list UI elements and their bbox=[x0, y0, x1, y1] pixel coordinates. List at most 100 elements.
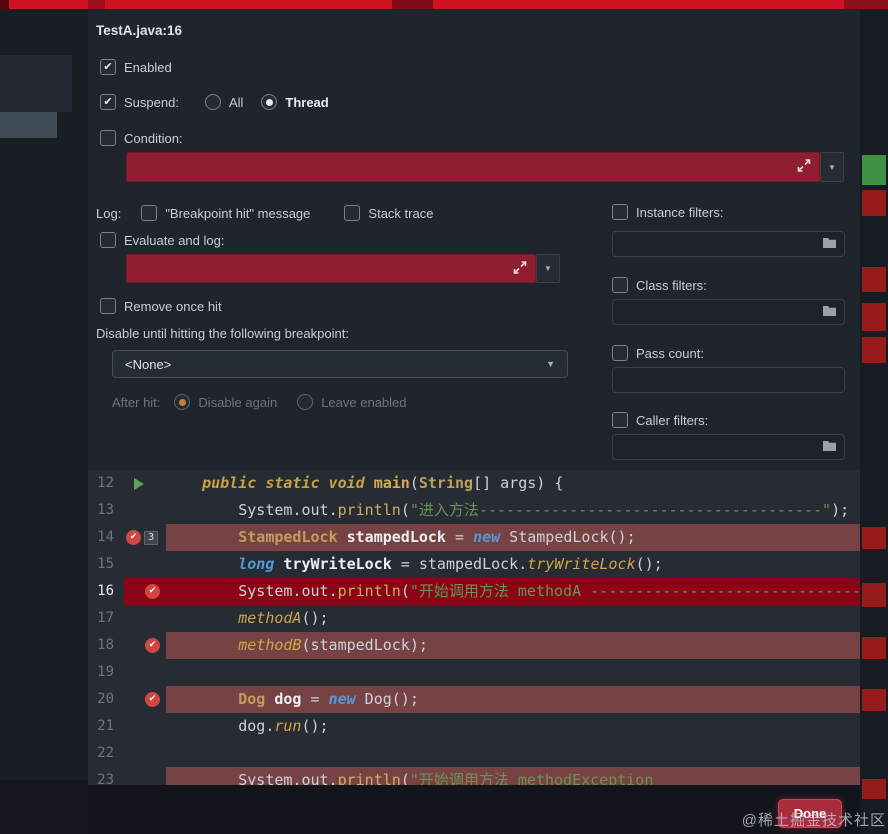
code-line-13[interactable]: 13 System.out.println("进入方法-------------… bbox=[88, 497, 860, 524]
pass-count-label: Pass count: bbox=[636, 346, 704, 361]
breakpoint-icon[interactable]: ✔ bbox=[145, 638, 160, 653]
disable-until-row: Disable until hitting the following brea… bbox=[96, 324, 349, 342]
check-icon: ✔ bbox=[103, 62, 112, 73]
log-stack-trace-checkbox[interactable] bbox=[344, 205, 360, 221]
enabled-checkbox[interactable]: ✔ bbox=[100, 59, 116, 75]
code-text: Dog dog = new Dog(); bbox=[166, 686, 860, 713]
class-filters-checkbox[interactable] bbox=[612, 277, 628, 293]
code-line-15[interactable]: 15 long tryWriteLock = stampedLock.tryWr… bbox=[88, 551, 860, 578]
chevron-down-icon: ▼ bbox=[546, 359, 555, 369]
after-hit-leave-label: Leave enabled bbox=[321, 395, 406, 410]
code-text: long tryWriteLock = stampedLock.tryWrite… bbox=[166, 551, 860, 578]
after-hit-disable-label: Disable again bbox=[198, 395, 277, 410]
pass-count-checkbox[interactable] bbox=[612, 345, 628, 361]
gutter: ✔ bbox=[124, 686, 166, 713]
folder-icon[interactable] bbox=[822, 439, 837, 455]
enabled-row: ✔ Enabled bbox=[100, 58, 172, 76]
pass-count-input[interactable] bbox=[612, 367, 845, 393]
stripe-mark-red[interactable] bbox=[862, 689, 886, 711]
code-text: StampedLock stampedLock = new StampedLoc… bbox=[166, 524, 860, 551]
code-line-23[interactable]: 23 System.out.println("开始调用方法 methodExce… bbox=[88, 767, 860, 785]
expand-icon[interactable] bbox=[513, 260, 527, 277]
breakpoint-combo-value: <None> bbox=[125, 357, 171, 372]
stripe-mark-red[interactable] bbox=[862, 190, 886, 216]
condition-history-dropdown[interactable]: ▼ bbox=[820, 152, 844, 182]
line-number: 22 bbox=[88, 740, 124, 767]
suspend-thread-radio[interactable] bbox=[261, 94, 277, 110]
stripe-mark-red[interactable] bbox=[862, 779, 886, 799]
caller-filters-checkbox[interactable] bbox=[612, 412, 628, 428]
titlebar-segment bbox=[88, 0, 105, 9]
condition-row: Condition: bbox=[100, 129, 183, 147]
code-line-20[interactable]: 20✔ Dog dog = new Dog(); bbox=[88, 686, 860, 713]
gutter: ✔3 bbox=[124, 524, 166, 551]
evaluate-checkbox[interactable] bbox=[100, 232, 116, 248]
suspend-checkbox[interactable]: ✔ bbox=[100, 94, 116, 110]
stripe-mark-red[interactable] bbox=[862, 267, 886, 292]
condition-input[interactable] bbox=[126, 152, 820, 182]
stripe-mark-red[interactable] bbox=[862, 637, 886, 659]
expand-icon[interactable] bbox=[797, 159, 811, 176]
code-line-22[interactable]: 22 bbox=[88, 740, 860, 767]
code-text: methodA(); bbox=[166, 605, 860, 632]
caller-filters-row: Caller filters: bbox=[612, 411, 708, 429]
code-line-17[interactable]: 17 methodA(); bbox=[88, 605, 860, 632]
log-breakpoint-hit-checkbox[interactable] bbox=[141, 205, 157, 221]
remove-once-label: Remove once hit bbox=[124, 299, 222, 314]
condition-checkbox[interactable] bbox=[100, 130, 116, 146]
evaluate-input[interactable] bbox=[126, 254, 536, 283]
project-tree-selected-row[interactable] bbox=[0, 112, 57, 138]
titlebar-segment bbox=[0, 0, 9, 9]
code-line-16[interactable]: 16✔ System.out.println("开始调用方法 methodA -… bbox=[88, 578, 860, 605]
stripe-mark-green[interactable] bbox=[862, 155, 886, 185]
code-line-18[interactable]: 18✔ methodB(stampedLock); bbox=[88, 632, 860, 659]
run-arrow-icon[interactable] bbox=[134, 478, 144, 490]
remove-once-row: Remove once hit bbox=[100, 297, 222, 315]
stripe-mark-red[interactable] bbox=[862, 583, 886, 607]
breakpoint-icon[interactable]: ✔ bbox=[145, 692, 160, 707]
gutter bbox=[124, 713, 166, 740]
line-number: 17 bbox=[88, 605, 124, 632]
evaluate-row: Evaluate and log: bbox=[100, 231, 224, 249]
code-line-21[interactable]: 21 dog.run(); bbox=[88, 713, 860, 740]
line-number: 13 bbox=[88, 497, 124, 524]
breakpoint-icon[interactable]: ✔ bbox=[145, 584, 160, 599]
after-hit-disable-radio[interactable] bbox=[174, 394, 190, 410]
folder-icon[interactable] bbox=[822, 304, 837, 320]
evaluate-history-dropdown[interactable]: ▼ bbox=[536, 254, 560, 283]
gutter bbox=[124, 470, 166, 497]
remove-once-checkbox[interactable] bbox=[100, 298, 116, 314]
disable-until-label: Disable until hitting the following brea… bbox=[96, 326, 349, 341]
suspend-all-radio[interactable] bbox=[205, 94, 221, 110]
stripe-mark-red[interactable] bbox=[862, 303, 886, 331]
code-line-12[interactable]: 12 public static void main(String[] args… bbox=[88, 470, 860, 497]
code-line-19[interactable]: 19 bbox=[88, 659, 860, 686]
chevron-down-icon: ▼ bbox=[828, 163, 836, 172]
gutter: ✔ bbox=[124, 578, 166, 605]
stripe-mark-red[interactable] bbox=[862, 527, 886, 549]
code-text: System.out.println("进入方法----------------… bbox=[166, 497, 860, 524]
scroll-stripe bbox=[860, 9, 888, 834]
condition-label: Condition: bbox=[124, 131, 183, 146]
class-filters-input[interactable] bbox=[612, 299, 845, 325]
gutter bbox=[124, 605, 166, 632]
line-number: 23 bbox=[88, 767, 124, 785]
breakpoint-icon[interactable]: ✔ bbox=[126, 530, 141, 545]
instance-filters-label: Instance filters: bbox=[636, 205, 723, 220]
gutter bbox=[124, 740, 166, 767]
code-line-14[interactable]: 14✔3 StampedLock stampedLock = new Stamp… bbox=[88, 524, 860, 551]
instance-filters-input[interactable] bbox=[612, 231, 845, 257]
line-number: 19 bbox=[88, 659, 124, 686]
instance-filters-checkbox[interactable] bbox=[612, 204, 628, 220]
breakpoint-combo[interactable]: <None> ▼ bbox=[112, 350, 568, 378]
suspend-row: ✔ Suspend: All Thread bbox=[100, 93, 329, 111]
project-panel-footer bbox=[0, 780, 88, 834]
caller-filters-input[interactable] bbox=[612, 434, 845, 460]
titlebar-segment bbox=[392, 0, 433, 9]
after-hit-leave-radio[interactable] bbox=[297, 394, 313, 410]
line-number: 14 bbox=[88, 524, 124, 551]
folder-icon[interactable] bbox=[822, 236, 837, 252]
stripe-mark-red[interactable] bbox=[862, 337, 886, 363]
caller-filters-label: Caller filters: bbox=[636, 413, 708, 428]
line-number: 21 bbox=[88, 713, 124, 740]
